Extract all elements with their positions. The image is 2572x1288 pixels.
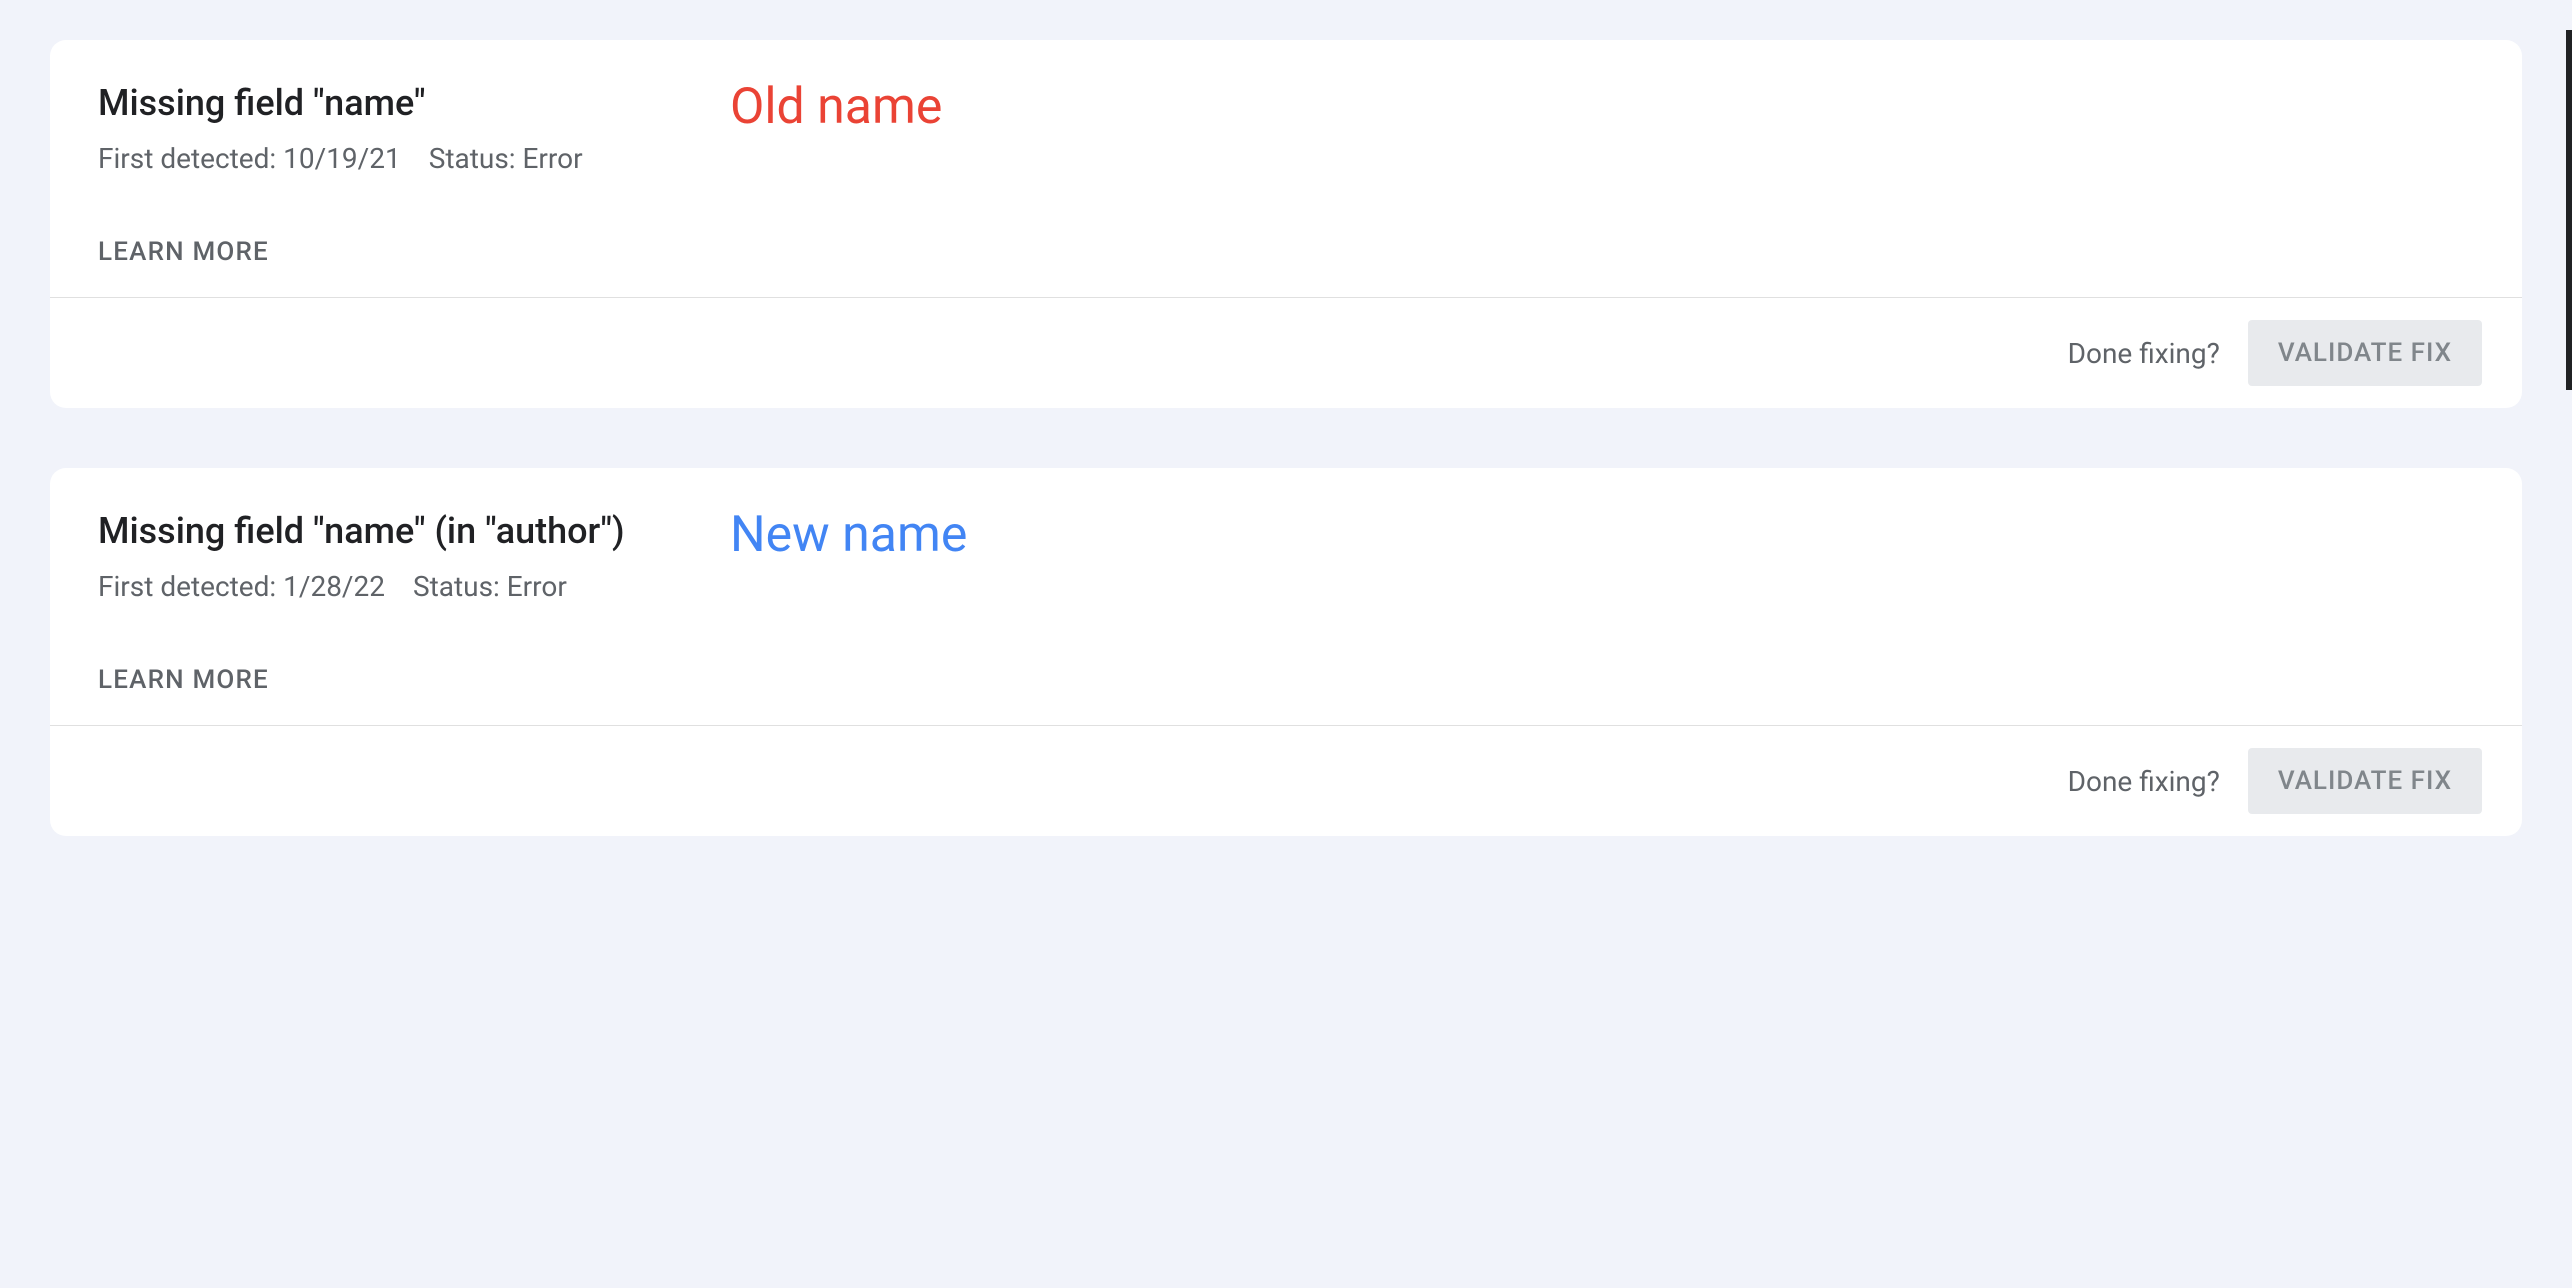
first-detected-value: 1/28/22 bbox=[283, 570, 385, 603]
scroll-indicator[interactable] bbox=[2566, 30, 2572, 390]
card-title: Missing field "name" bbox=[98, 82, 2474, 124]
status-value: Error bbox=[507, 570, 567, 603]
status-value: Error bbox=[523, 142, 583, 175]
first-detected-label: First detected: bbox=[98, 142, 276, 175]
done-fixing-text: Done fixing? bbox=[2068, 765, 2220, 798]
learn-more-link[interactable]: LEARN MORE bbox=[98, 237, 2474, 267]
error-card-old: Missing field "name" First detected: 10/… bbox=[50, 40, 2522, 408]
learn-more-link[interactable]: LEARN MORE bbox=[98, 665, 2474, 695]
status: Status: Error bbox=[413, 570, 567, 603]
first-detected-label: First detected: bbox=[98, 570, 276, 603]
card-footer: Done fixing? VALIDATE FIX bbox=[50, 298, 2522, 408]
first-detected: First detected: 1/28/22 bbox=[98, 570, 385, 603]
card-title: Missing field "name" (in "author") bbox=[98, 510, 2474, 552]
done-fixing-text: Done fixing? bbox=[2068, 337, 2220, 370]
error-card-new: Missing field "name" (in "author") First… bbox=[50, 468, 2522, 836]
card-header: Missing field "name" First detected: 10/… bbox=[50, 40, 2522, 297]
card-footer: Done fixing? VALIDATE FIX bbox=[50, 726, 2522, 836]
first-detected-value: 10/19/21 bbox=[283, 142, 401, 175]
validate-fix-button[interactable]: VALIDATE FIX bbox=[2248, 748, 2482, 814]
card-header: Missing field "name" (in "author") First… bbox=[50, 468, 2522, 725]
status: Status: Error bbox=[429, 142, 583, 175]
annotation-old-name: Old name bbox=[730, 78, 942, 136]
card-meta: First detected: 10/19/21 Status: Error bbox=[98, 142, 2474, 175]
card-meta: First detected: 1/28/22 Status: Error bbox=[98, 570, 2474, 603]
first-detected: First detected: 10/19/21 bbox=[98, 142, 401, 175]
annotation-new-name: New name bbox=[730, 506, 967, 564]
status-label: Status: bbox=[429, 142, 516, 175]
status-label: Status: bbox=[413, 570, 500, 603]
validate-fix-button[interactable]: VALIDATE FIX bbox=[2248, 320, 2482, 386]
